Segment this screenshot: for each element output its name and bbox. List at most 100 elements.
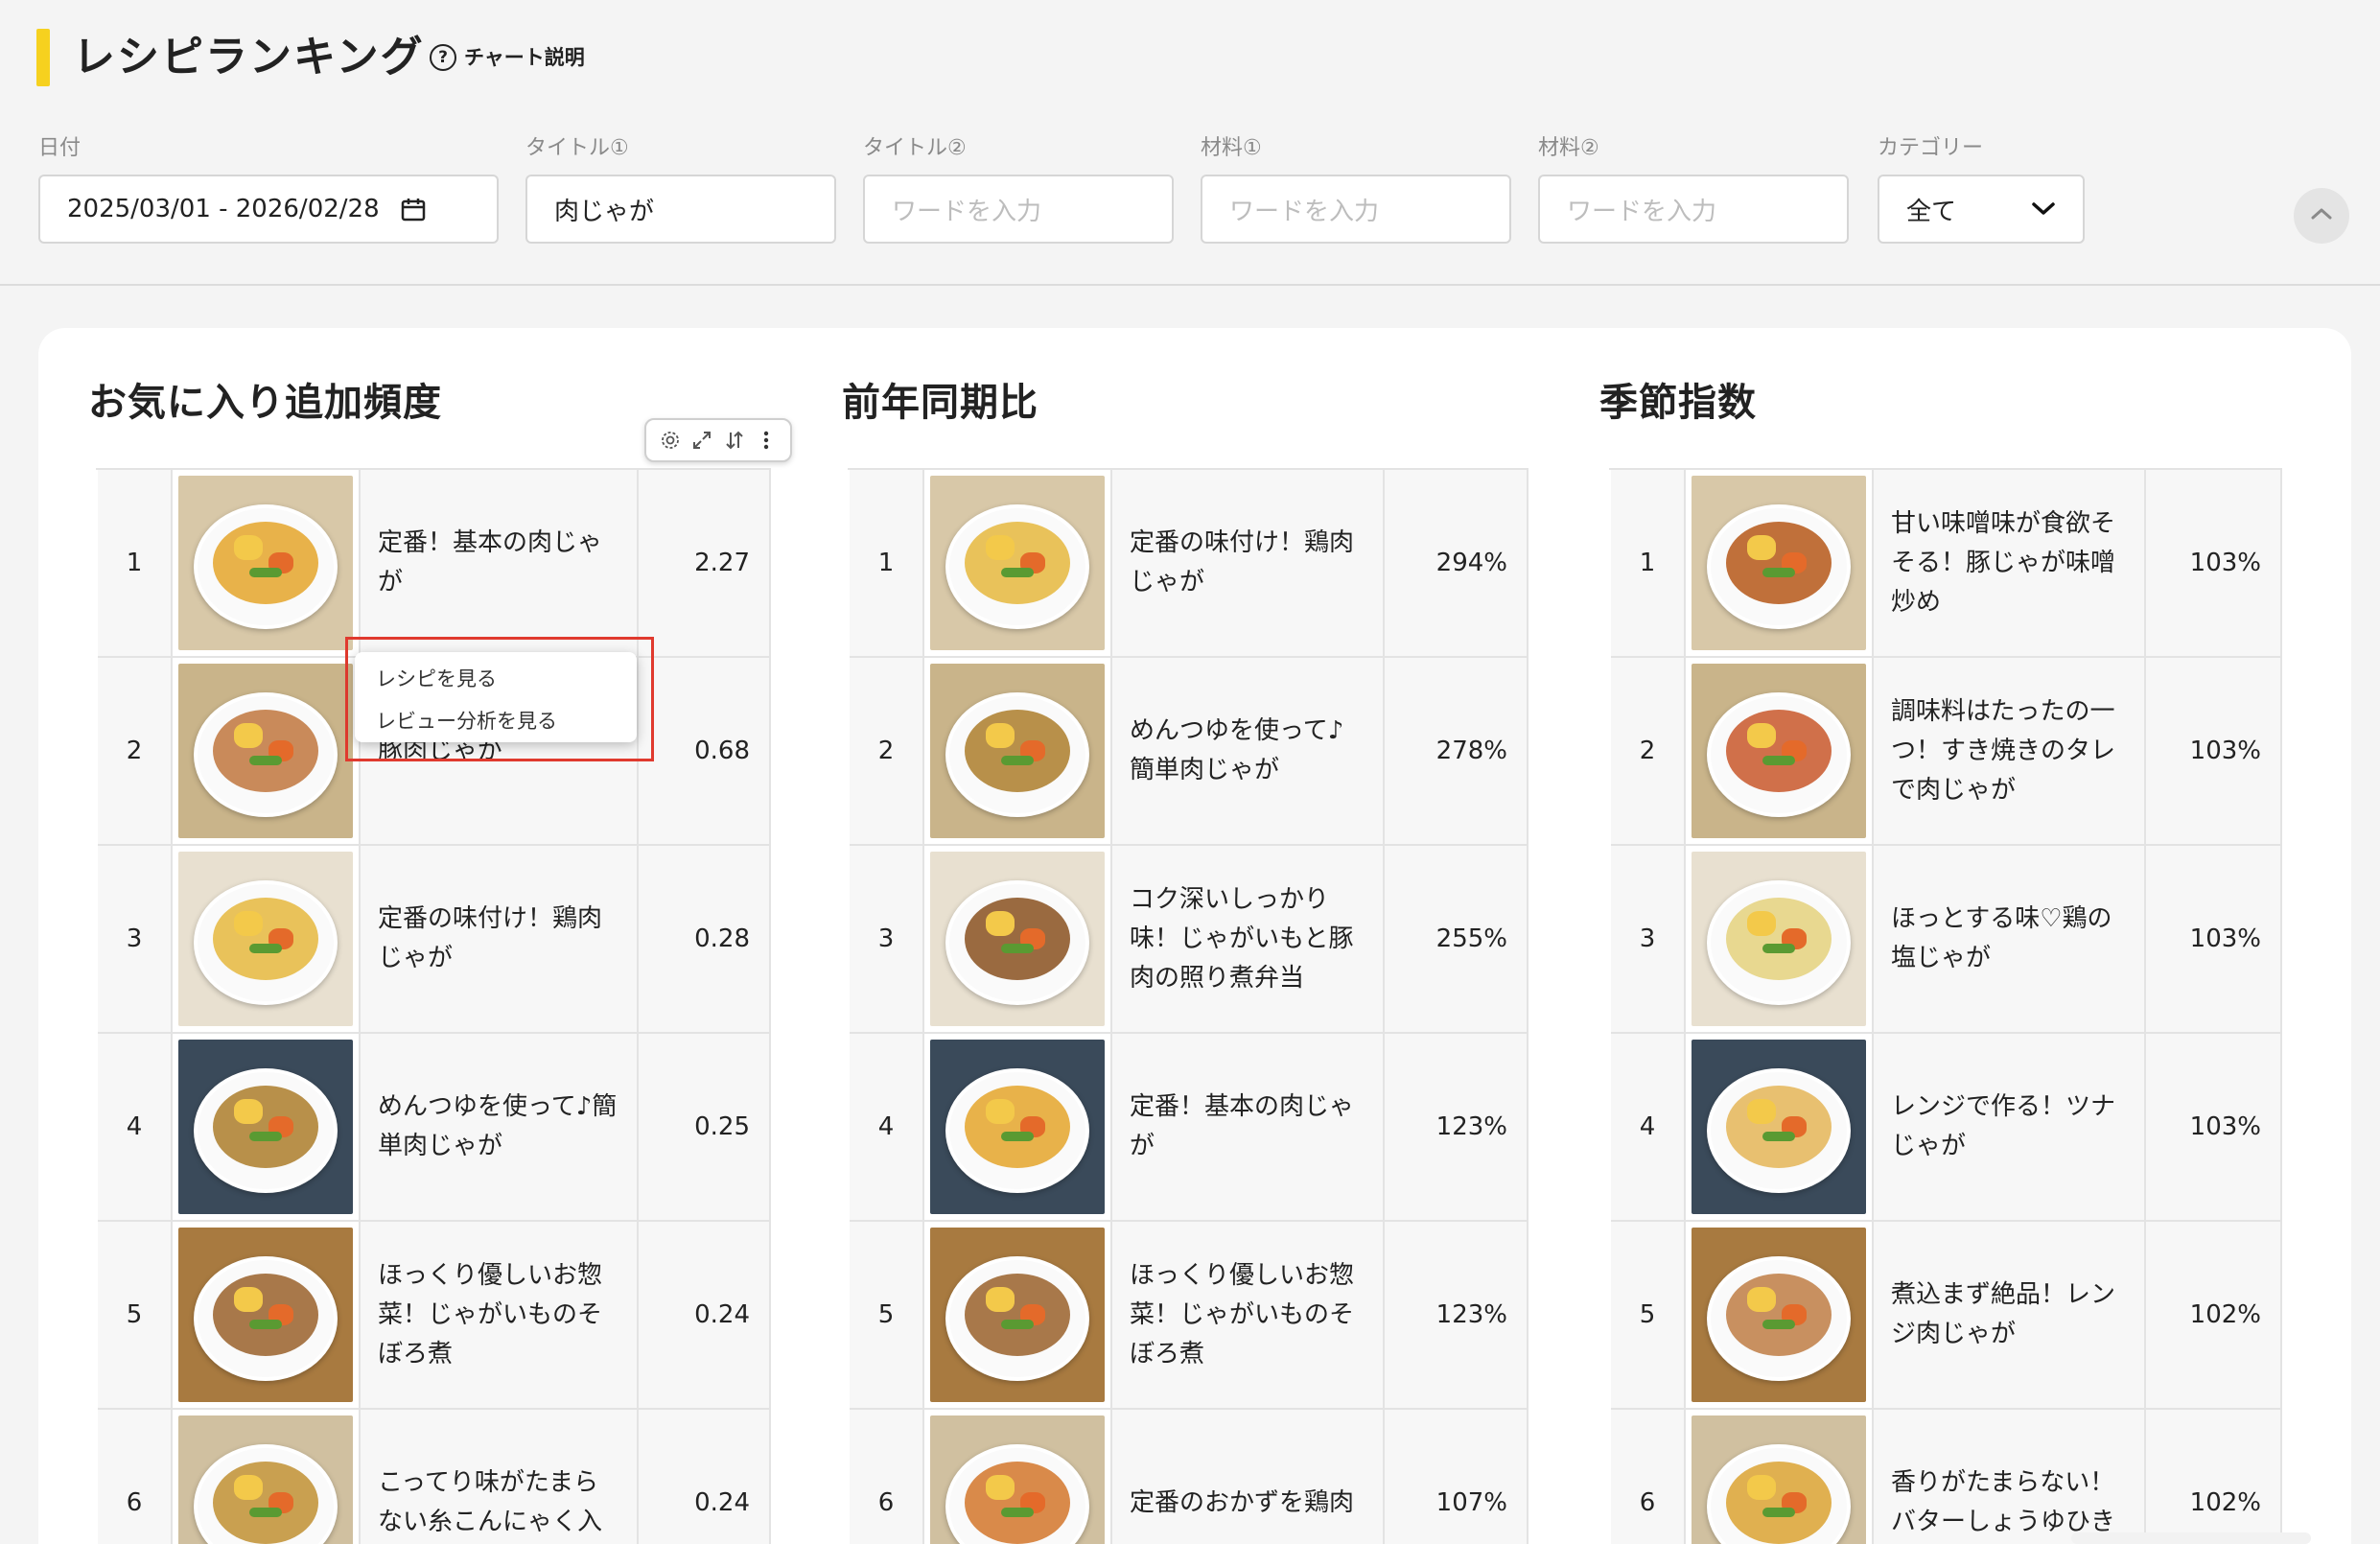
recipe-title[interactable]: ほっとする味♡鶏の塩じゃが bbox=[1874, 846, 2146, 1032]
recipe-image[interactable] bbox=[1692, 852, 1866, 1026]
recipe-thumbnail-cell bbox=[924, 846, 1112, 1032]
rank-number: 2 bbox=[850, 658, 924, 844]
ranking-value: 107% bbox=[1385, 1410, 1528, 1544]
rank-number: 2 bbox=[98, 658, 173, 844]
recipe-title[interactable]: ほっくり優しいお惣菜！じゃがいものそぼろ煮 bbox=[361, 1222, 639, 1408]
recipe-title[interactable]: 香りがたまらない！バターしょうゆひき bbox=[1874, 1410, 2146, 1544]
sort-icon[interactable] bbox=[722, 428, 747, 453]
filter-header: レシピランキング ? チャート説明 日付 2025/03/01 - 2026/0… bbox=[0, 0, 2380, 286]
ranking-row[interactable]: 4 めんつゆを使って♪簡単肉じゃが 0.25 bbox=[98, 1034, 771, 1222]
ingredient2-input[interactable]: ワードを入力 bbox=[1538, 175, 1849, 244]
recipe-image[interactable] bbox=[178, 852, 353, 1026]
title2-input[interactable]: ワードを入力 bbox=[863, 175, 1174, 244]
date-range-input[interactable]: 2025/03/01 - 2026/02/28 bbox=[38, 175, 499, 244]
ranking-value: 123% bbox=[1385, 1222, 1528, 1408]
recipe-title[interactable]: 調味料はたったの一つ！すき焼きのタレで肉じゃが bbox=[1874, 658, 2146, 844]
recipe-thumbnail-cell bbox=[1686, 470, 1874, 656]
recipe-image[interactable] bbox=[930, 852, 1105, 1026]
recipe-image[interactable] bbox=[930, 1228, 1105, 1402]
ingredient1-input[interactable]: ワードを入力 bbox=[1201, 175, 1511, 244]
category-select[interactable]: 全て bbox=[1878, 175, 2085, 244]
recipe-image[interactable] bbox=[178, 476, 353, 650]
settings-icon[interactable] bbox=[658, 428, 683, 453]
title-accent-bar bbox=[36, 29, 50, 86]
recipe-title[interactable]: 定番の味付け！鶏肉じゃが bbox=[361, 846, 639, 1032]
chevron-down-icon bbox=[2031, 195, 2056, 223]
recipe-image[interactable] bbox=[930, 664, 1105, 838]
title1-filter: タイトル① 肉じゃが bbox=[525, 134, 836, 244]
more-options-icon[interactable] bbox=[754, 428, 779, 453]
ranking-row[interactable]: 1 定番の味付け！鶏肉じゃが 294% bbox=[850, 470, 1528, 658]
recipe-title[interactable]: こってり味がたまらない糸こんにゃく入 bbox=[361, 1410, 639, 1544]
ranking-row[interactable]: 1 甘い味噌味が食欲そそる！豚じゃが味噌炒め 103% bbox=[1611, 470, 2282, 658]
ranking-value: 0.24 bbox=[639, 1222, 771, 1408]
collapse-filters-button[interactable] bbox=[2294, 188, 2349, 244]
recipe-image[interactable] bbox=[1692, 664, 1866, 838]
recipe-image[interactable] bbox=[178, 664, 353, 838]
recipe-image[interactable] bbox=[178, 1040, 353, 1214]
ranking-row[interactable]: 3 ほっとする味♡鶏の塩じゃが 103% bbox=[1611, 846, 2282, 1034]
recipe-title[interactable]: 甘い味噌味が食欲そそる！豚じゃが味噌炒め bbox=[1874, 470, 2146, 656]
ranking-row[interactable]: 4 レンジで作る！ツナじゃが 103% bbox=[1611, 1034, 2282, 1222]
recipe-title[interactable]: 定番！基本の肉じゃが bbox=[361, 470, 639, 656]
rank-number: 5 bbox=[850, 1222, 924, 1408]
ranking-row[interactable]: 2 めんつゆを使って♪簡単肉じゃが 278% bbox=[850, 658, 1528, 846]
ranking-value: 103% bbox=[2146, 470, 2282, 656]
recipe-image[interactable] bbox=[930, 476, 1105, 650]
ranking-value: 278% bbox=[1385, 658, 1528, 844]
ranking-row[interactable]: 6 こってり味がたまらない糸こんにゃく入 0.24 bbox=[98, 1410, 771, 1544]
recipe-thumbnail-cell bbox=[1686, 1410, 1874, 1544]
chart-help-link[interactable]: ? チャート説明 bbox=[430, 42, 585, 73]
rank-number: 3 bbox=[850, 846, 924, 1032]
seasonal-table: 1 甘い味噌味が食欲そそる！豚じゃが味噌炒め 103% 2 調味料はたったの一つ！すき焼… bbox=[1609, 468, 2282, 1544]
recipe-title[interactable]: めんつゆを使って♪簡単肉じゃが bbox=[1112, 658, 1385, 844]
recipe-title[interactable]: 煮込まず絶品！レンジ肉じゃが bbox=[1874, 1222, 2146, 1408]
recipe-image[interactable] bbox=[930, 1040, 1105, 1214]
ranking-row[interactable]: 3 コク深いしっかり味！じゃがいもと豚肉の照り煮弁当 255% bbox=[850, 846, 1528, 1034]
category-filter: カテゴリー 全て bbox=[1878, 134, 2085, 244]
recipe-image[interactable] bbox=[1692, 1228, 1866, 1402]
ranking-row[interactable]: 3 定番の味付け！鶏肉じゃが 0.28 bbox=[98, 846, 771, 1034]
title1-input[interactable]: 肉じゃが bbox=[525, 175, 836, 244]
chart-help-label: チャート説明 bbox=[464, 46, 585, 69]
ingredient1-label: 材料① bbox=[1201, 136, 1262, 160]
recipe-thumbnail-cell bbox=[173, 1222, 361, 1408]
recipe-title[interactable]: 定番のおかずを鶏肉 bbox=[1112, 1410, 1385, 1544]
recipe-thumbnail-cell bbox=[173, 846, 361, 1032]
ranking-row[interactable]: 5 ほっくり優しいお惣菜！じゃがいものそぼろ煮 123% bbox=[850, 1222, 1528, 1410]
recipe-title[interactable]: めんつゆを使って♪簡単肉じゃが bbox=[361, 1034, 639, 1220]
recipe-thumbnail-cell bbox=[173, 1410, 361, 1544]
recipe-image[interactable] bbox=[1692, 1415, 1866, 1544]
ranking-row[interactable]: 5 ほっくり優しいお惣菜！じゃがいものそぼろ煮 0.24 bbox=[98, 1222, 771, 1410]
expand-icon[interactable] bbox=[689, 428, 714, 453]
view-recipe-menu-item[interactable]: レシピを見る bbox=[355, 658, 637, 700]
ranking-row[interactable]: 6 定番のおかずを鶏肉 107% bbox=[850, 1410, 1528, 1544]
recipe-title[interactable]: 定番の味付け！鶏肉じゃが bbox=[1112, 470, 1385, 656]
ranking-row[interactable]: 4 定番！基本の肉じゃが 123% bbox=[850, 1034, 1528, 1222]
recipe-image[interactable] bbox=[1692, 1040, 1866, 1214]
recipe-image[interactable] bbox=[1692, 476, 1866, 650]
recipe-thumbnail-cell bbox=[1686, 1222, 1874, 1408]
date-filter: 日付 2025/03/01 - 2026/02/28 bbox=[38, 134, 499, 244]
recipe-image[interactable] bbox=[178, 1415, 353, 1544]
ranking-row[interactable]: 6 香りがたまらない！バターしょうゆひき 102% bbox=[1611, 1410, 2282, 1544]
recipe-thumbnail-cell bbox=[1686, 1034, 1874, 1220]
recipe-image[interactable] bbox=[930, 1415, 1105, 1544]
ingredient1-placeholder: ワードを入力 bbox=[1229, 197, 1380, 226]
recipe-title[interactable]: レンジで作る！ツナじゃが bbox=[1874, 1034, 2146, 1220]
title1-label: タイトル① bbox=[525, 136, 629, 160]
recipe-image[interactable] bbox=[178, 1228, 353, 1402]
ranking-value: 294% bbox=[1385, 470, 1528, 656]
recipe-thumbnail-cell bbox=[924, 1222, 1112, 1408]
ranking-row[interactable]: 1 定番！基本の肉じゃが 2.27 bbox=[98, 470, 771, 658]
recipe-title[interactable]: 定番！基本の肉じゃが bbox=[1112, 1034, 1385, 1220]
ranking-row[interactable]: 2 調味料はたったの一つ！すき焼きのタレで肉じゃが 103% bbox=[1611, 658, 2282, 846]
ranking-row[interactable]: 5 煮込まず絶品！レンジ肉じゃが 102% bbox=[1611, 1222, 2282, 1410]
ingredient2-filter: 材料② ワードを入力 bbox=[1538, 134, 1849, 244]
view-review-analysis-menu-item[interactable]: レビュー分析を見る bbox=[355, 700, 637, 742]
question-icon: ? bbox=[430, 44, 456, 71]
recipe-title[interactable]: ほっくり優しいお惣菜！じゃがいものそぼろ煮 bbox=[1112, 1222, 1385, 1408]
recipe-title[interactable]: コク深いしっかり味！じゃがいもと豚肉の照り煮弁当 bbox=[1112, 846, 1385, 1032]
ranking-value: 103% bbox=[2146, 1034, 2282, 1220]
rank-number: 4 bbox=[98, 1034, 173, 1220]
